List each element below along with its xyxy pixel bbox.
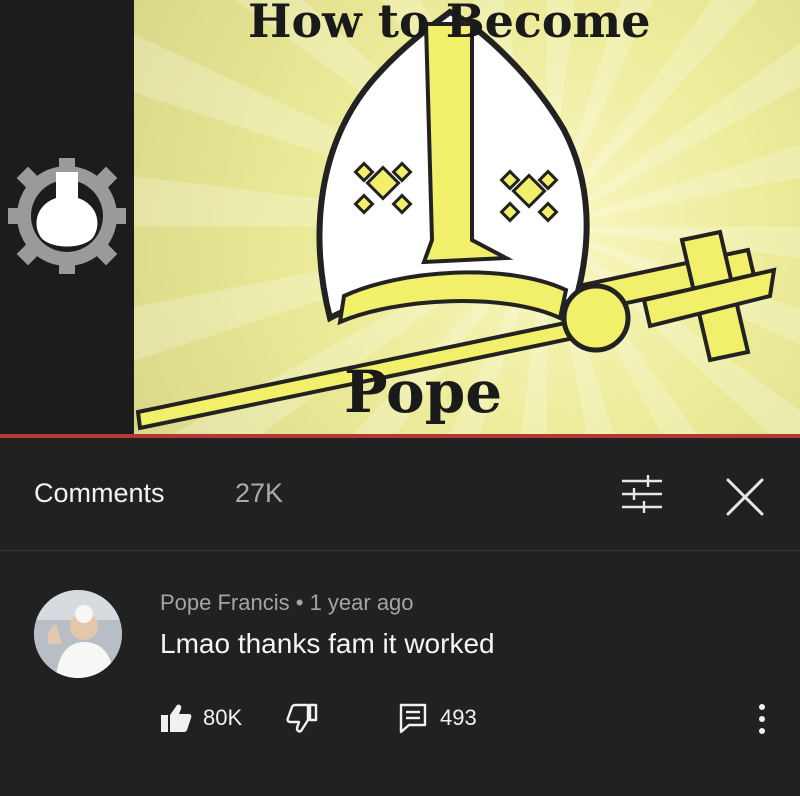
reply-count: 493 (440, 705, 477, 730)
comment-text: Lmao thanks fam it worked (160, 628, 495, 659)
comments-title: Comments (34, 478, 165, 508)
comment-meta: Pope Francis • 1 year ago (160, 590, 414, 616)
avatar-image (34, 590, 122, 678)
thumbnail-title-top: How to Become (248, 0, 651, 48)
video-thumbnail[interactable]: How to Become Pope (0, 0, 800, 436)
reply-icon[interactable] (398, 702, 428, 734)
close-icon[interactable] (722, 474, 768, 520)
thumbs-down-icon[interactable] (286, 702, 318, 734)
flask-gear-logo-icon (8, 158, 126, 274)
comment-author[interactable]: Pope Francis (160, 590, 290, 615)
thumbs-up-icon[interactable] (160, 702, 192, 734)
like-count: 80K (203, 705, 243, 730)
comments-count: 27K (235, 478, 284, 508)
meta-separator: • (289, 590, 310, 615)
comment-time[interactable]: 1 year ago (310, 590, 414, 615)
more-vertical-icon[interactable] (748, 700, 776, 738)
thumbnail-title-bottom: Pope (344, 358, 503, 426)
avatar[interactable] (34, 590, 122, 678)
filter-sliders-icon[interactable] (620, 473, 664, 515)
